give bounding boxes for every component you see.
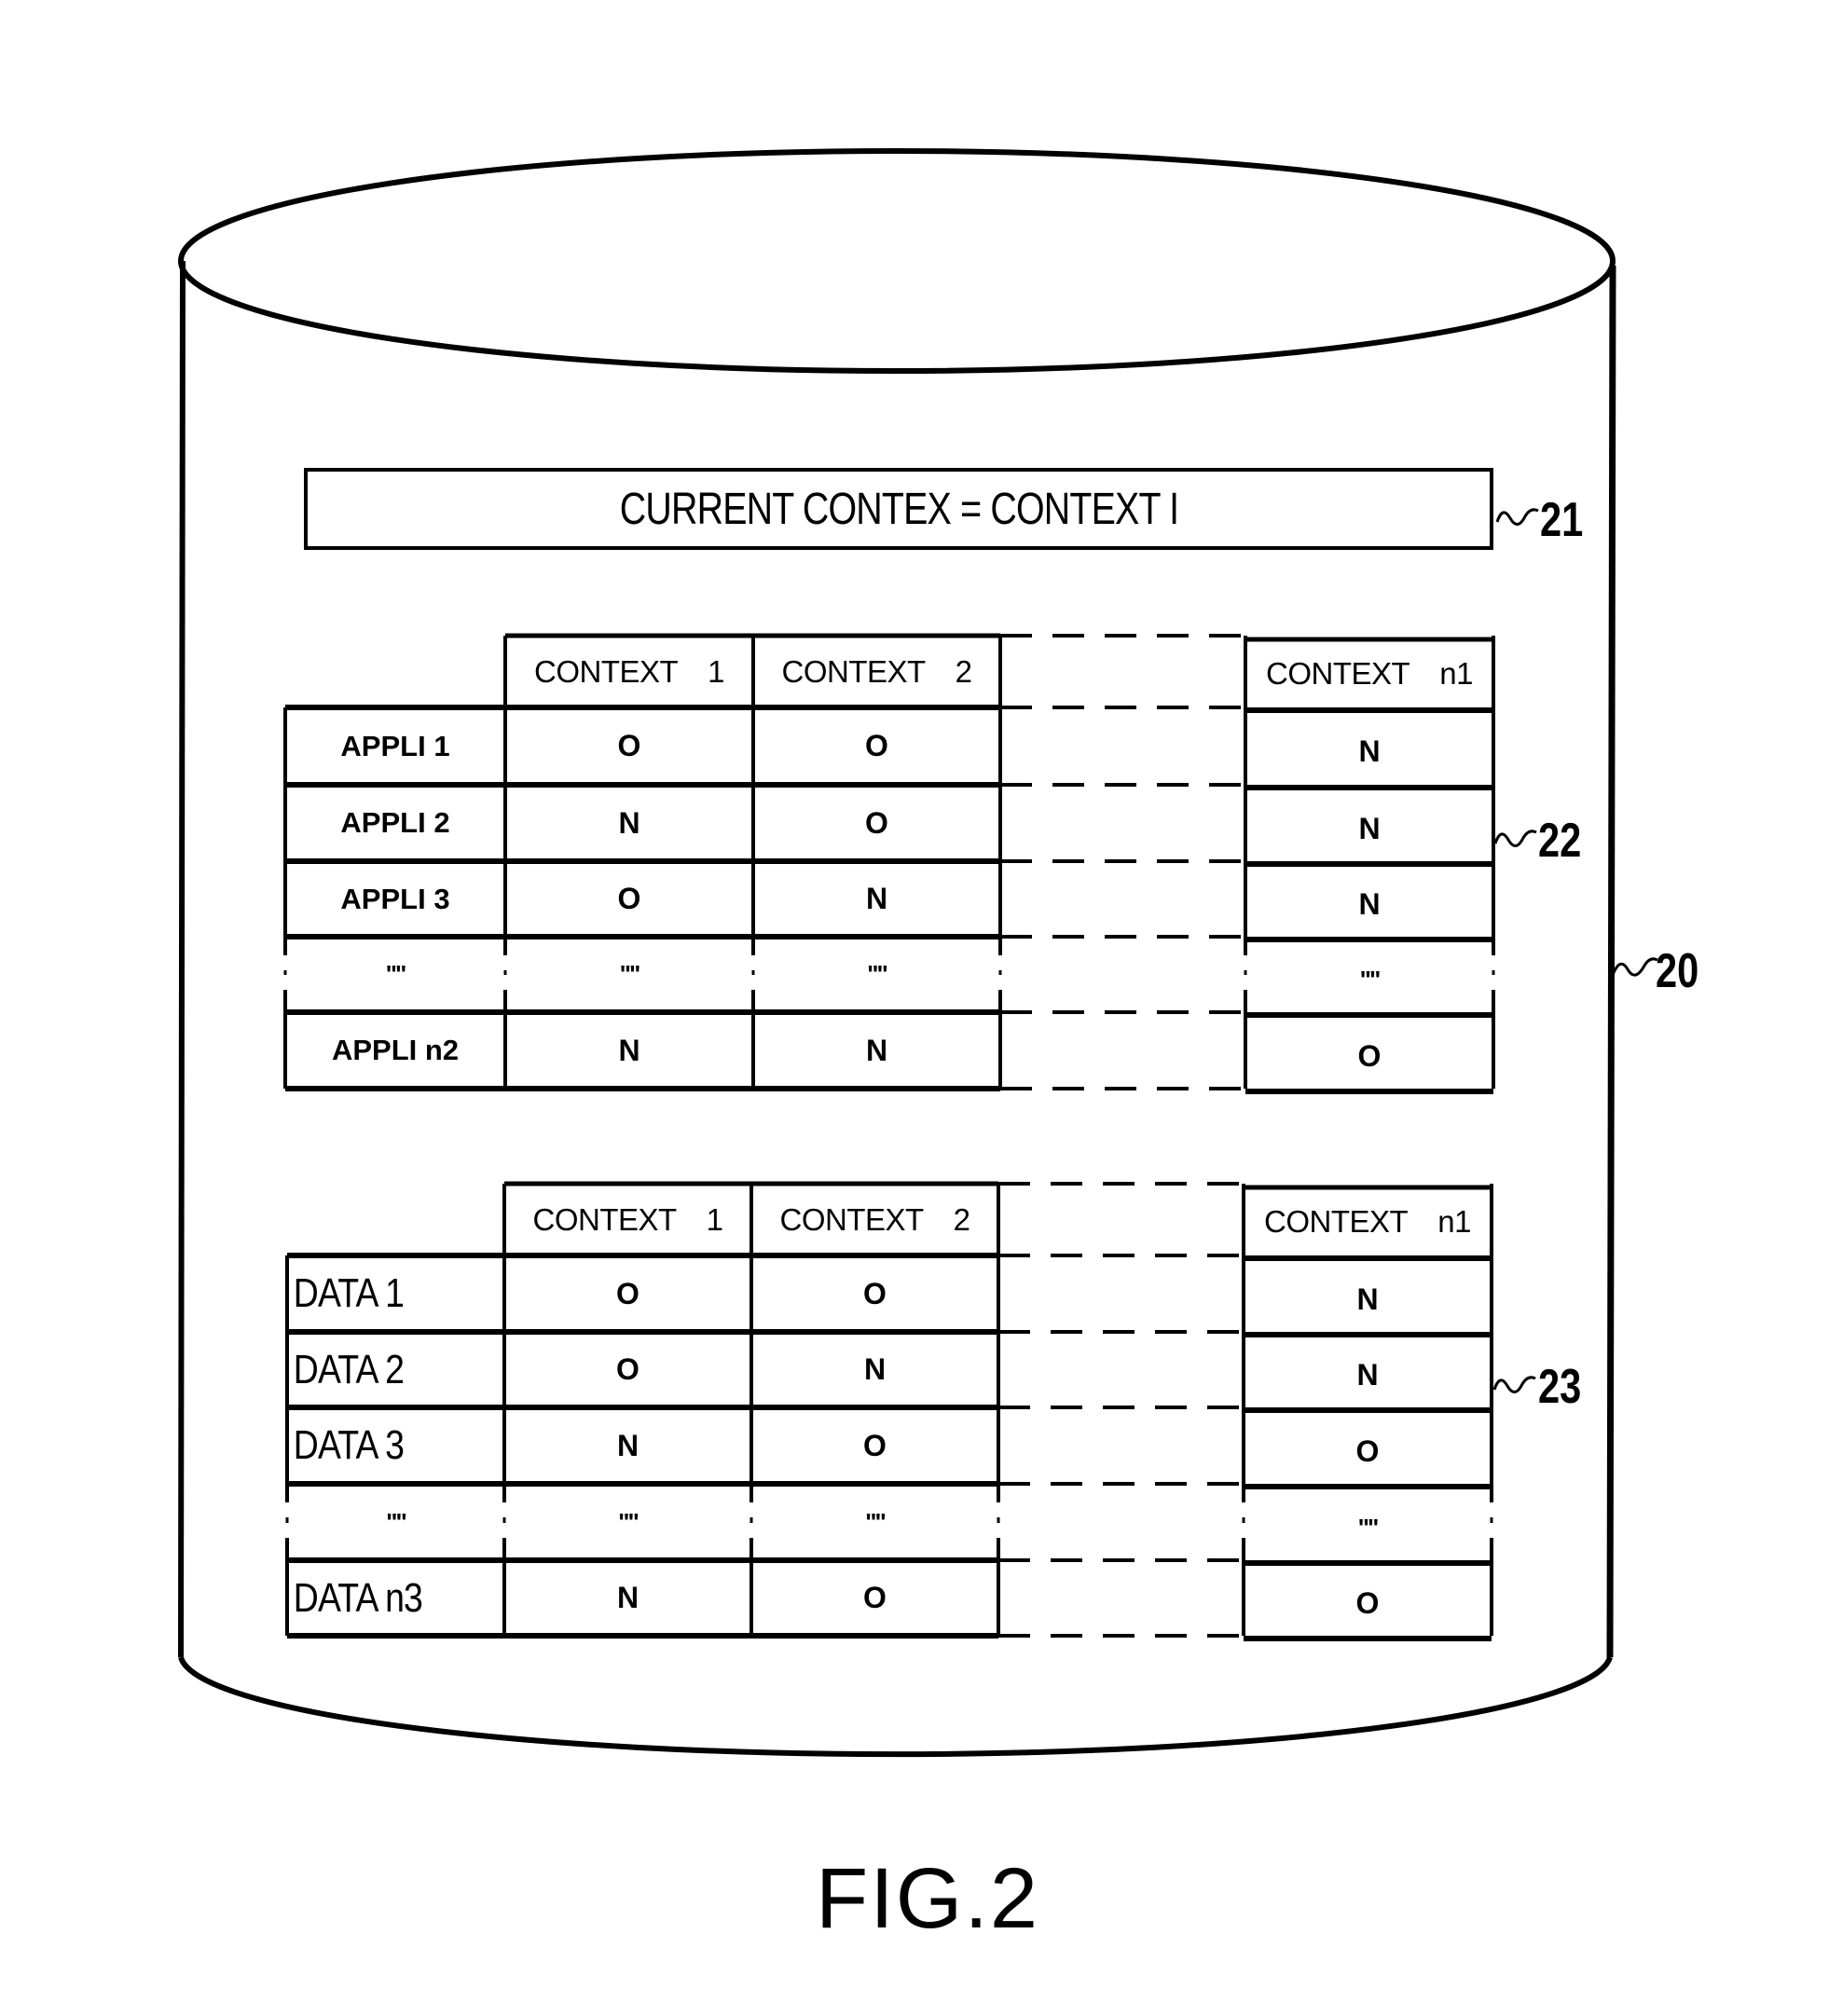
table-cell: N [618,805,640,840]
leader-21 [1495,508,1539,526]
row-label: APPLI 1 [340,729,450,762]
cylinder-right-side [1606,265,1616,1658]
column-header-number: 2 [953,1201,970,1237]
current-context-text: CURRENT CONTEX = CONTEXT I [619,484,1178,534]
leader-20 [1611,957,1658,977]
table-cell: N [865,882,888,915]
row-label: APPLI n2 [331,1034,460,1066]
cylinder-left-side [178,260,186,1658]
row-label: "" [386,1507,407,1536]
leader-23 [1492,1376,1536,1393]
column-header-number: n1 [1439,655,1473,691]
cylinder-bottom-arc [178,1656,1613,1758]
table-cell: "" [619,960,641,988]
table-cell: O [863,1581,887,1614]
column-header-number: 2 [955,653,972,689]
ref-label-23: 23 [1538,1360,1582,1414]
table-cell: N [863,1352,887,1386]
column-header: CONTEXT 2 [751,1184,998,1255]
table-cell: N [1358,887,1381,921]
column-header-number: 1 [706,1201,723,1237]
column-header: CONTEXT 2 [753,636,1000,707]
table-cell: N [616,1581,639,1614]
table-cell: N [618,1033,640,1067]
row-label: APPLI 3 [340,882,450,915]
row-label: APPLI 2 [340,806,450,839]
table-cell: "" [865,1507,887,1536]
table-cell: "" [618,1507,639,1536]
table-cell: N [1356,1358,1379,1392]
column-header: CONTEXT 1 [505,636,753,707]
table-cell: O [616,1276,639,1310]
figure-caption: FIG.2 [816,1851,1040,1946]
ref-label-20: 20 [1656,944,1699,998]
column-header: CONTEXT n1 [1244,1187,1492,1255]
column-header: CONTEXT 1 [504,1184,751,1255]
table-cell: "" [1359,966,1382,994]
table-cell: O [617,882,641,915]
row-label: DATA 1 [293,1270,405,1316]
table-cell: O [865,805,888,840]
table-cell: N [1358,734,1381,768]
column-header-label: CONTEXT [781,653,926,689]
table-cell: N [1358,811,1381,845]
table-cell: O [863,1276,887,1310]
row-label: "" [385,960,407,988]
ref-label-21: 21 [1540,493,1584,547]
table-cell: N [616,1428,639,1462]
table-cell: "" [1357,1513,1380,1542]
current-context-box: CURRENT CONTEX = CONTEXT I [304,468,1493,550]
table-cell: N [865,1033,888,1067]
row-label: DATA 2 [293,1346,405,1392]
column-header-label: CONTEXT [779,1201,924,1237]
cylinder-top-ellipse [178,148,1616,374]
column-header-number: 1 [708,653,725,689]
table-cell: O [616,1352,639,1386]
column-header-label: CONTEXT [532,1201,677,1237]
table-cell: O [1355,1586,1380,1620]
column-header-number: n1 [1437,1203,1471,1239]
row-label: DATA n3 [293,1574,423,1621]
column-header-label: CONTEXT [1266,655,1410,691]
column-header-label: CONTEXT [1264,1203,1409,1239]
table-cell: O [617,729,641,762]
ref-label-22: 22 [1538,814,1582,868]
column-header-label: CONTEXT [533,653,679,689]
table-cell: O [1357,1038,1382,1073]
table-cell: O [865,729,888,762]
table-cell: N [1356,1282,1379,1316]
table-cell: O [1355,1433,1380,1468]
leader-22 [1493,830,1537,847]
row-label: DATA 3 [293,1422,405,1468]
table-cell: O [863,1428,887,1462]
column-header: CONTEXT n1 [1245,639,1493,707]
table-cell: "" [867,960,888,988]
